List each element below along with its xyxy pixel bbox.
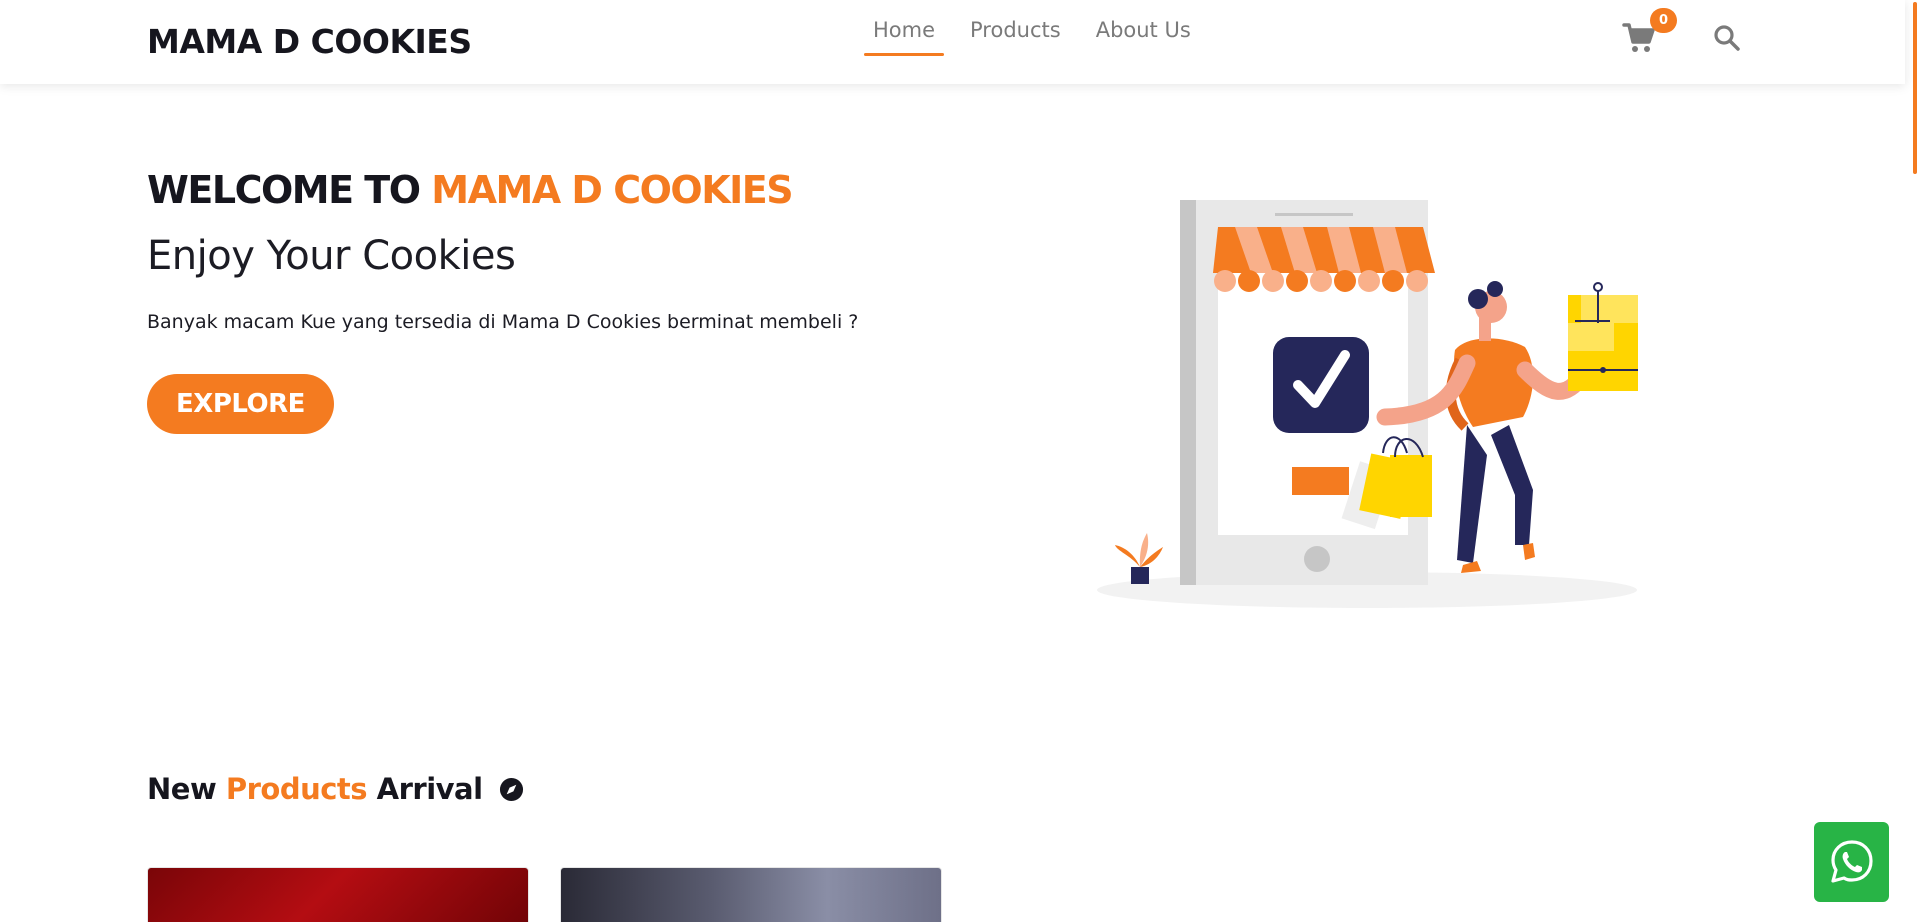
cart-count-badge: 0 <box>1650 8 1677 33</box>
explore-button[interactable]: EXPLORE <box>147 374 334 434</box>
hero-description: Banyak macam Kue yang tersedia di Mama D… <box>147 311 859 333</box>
hero-title: WELCOME TO MAMA D COOKIES <box>147 168 794 212</box>
shopping-illustration <box>1097 200 1638 608</box>
whatsapp-icon <box>1830 840 1873 883</box>
nav-links: Home Products About Us <box>864 18 1217 56</box>
search-icon[interactable] <box>1713 24 1741 52</box>
navbar: MAMA D COOKIES Home Products About Us 0 <box>0 0 1905 84</box>
section-title-part1: New <box>147 772 217 806</box>
section-title-part2: Arrival <box>376 772 483 806</box>
nav-link-products[interactable]: Products <box>961 18 1070 56</box>
brand-logo[interactable]: MAMA D COOKIES <box>147 22 472 61</box>
nav-link-home[interactable]: Home <box>864 18 945 56</box>
hero-subtitle: Enjoy Your Cookies <box>147 233 516 279</box>
section-title-accent: Products <box>225 772 368 806</box>
scrollbar-thumb[interactable] <box>1913 2 1917 174</box>
product-card-image[interactable] <box>560 867 942 922</box>
hero-title-accent: MAMA D COOKIES <box>431 168 793 212</box>
product-card-image[interactable] <box>147 867 529 922</box>
compass-icon <box>499 777 523 801</box>
hero-title-prefix: WELCOME TO <box>147 168 421 212</box>
whatsapp-button[interactable] <box>1814 822 1889 902</box>
section-title-new-products: New Products Arrival <box>147 772 524 806</box>
nav-link-about-us[interactable]: About Us <box>1087 18 1200 56</box>
